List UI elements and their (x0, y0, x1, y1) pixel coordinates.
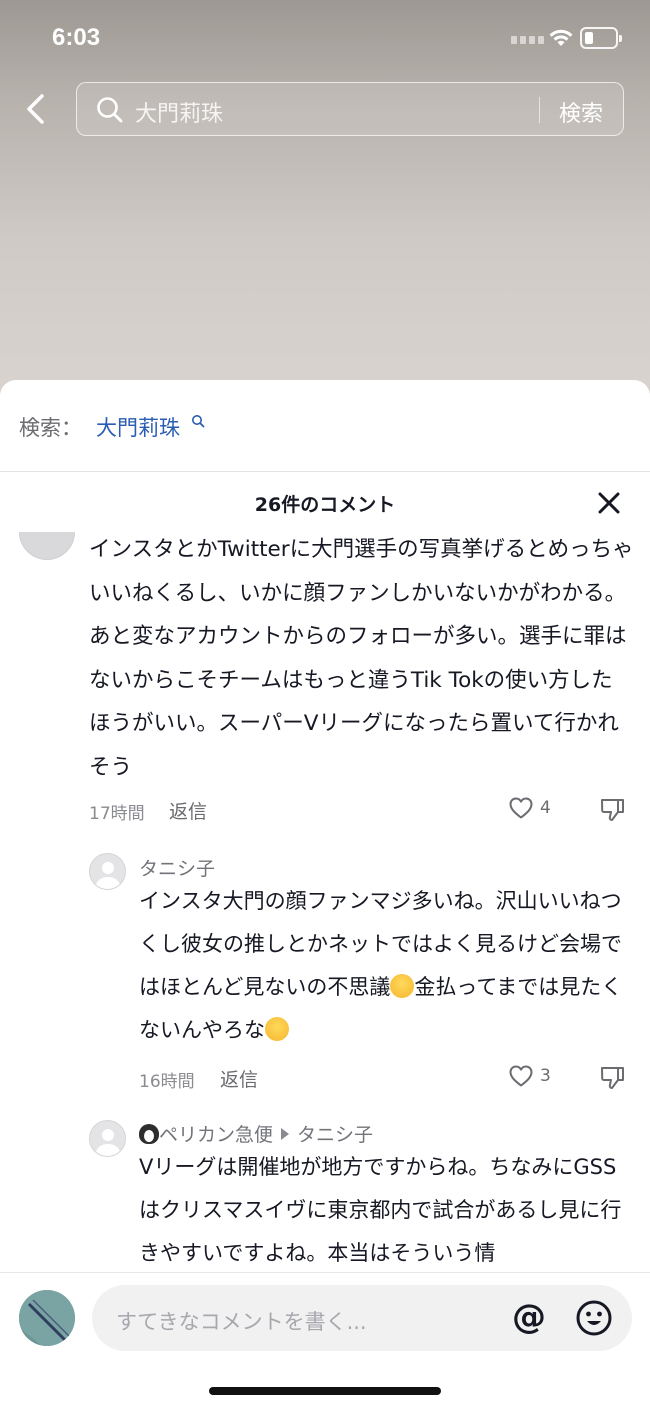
comment-placeholder: すてきなコメントを書く... (116, 1310, 367, 1334)
like-count: 3 (540, 1066, 551, 1086)
mention-button[interactable]: @ (512, 1297, 546, 1337)
suggestion-link[interactable]: 大門莉珠 (96, 412, 180, 442)
signal-icon (511, 36, 544, 44)
reply-button[interactable]: 返信 (169, 797, 207, 824)
home-indicator (209, 1387, 441, 1395)
reply-text: インスタ大門の顔ファンマジ多いね。沢山いいねつくし彼女の推しとかネットではよく見… (139, 880, 634, 1052)
comments-count-title: 26件のコメント (254, 494, 396, 516)
search-suggestion-bar: 検索： 大門莉珠 (0, 380, 650, 472)
user-avatar[interactable] (19, 1290, 75, 1346)
penguin-icon (139, 1124, 159, 1144)
search-input[interactable]: 大門莉珠 検索 (76, 82, 624, 136)
battery-icon (580, 27, 622, 49)
avatar[interactable] (19, 532, 75, 560)
reply-text: Vリーグは開催地が地方ですからね。ちなみにGSSはクリスマスイヴに東京都内で試合… (139, 1155, 622, 1265)
laughing-emoji-icon (390, 974, 415, 998)
heart-icon (509, 797, 533, 819)
like-button[interactable]: 3 (508, 1064, 551, 1088)
search-icon (97, 97, 123, 123)
avatar[interactable] (89, 853, 126, 890)
comments-sheet: 検索： 大門莉珠 26件のコメント インスタとかTwitterに大門選手の写真挙… (0, 380, 650, 1407)
avatar[interactable] (89, 1120, 126, 1157)
search-divider (539, 97, 540, 123)
like-count: 4 (540, 798, 551, 818)
status-time: 6:03 (52, 24, 101, 51)
thumbs-down-icon[interactable] (599, 797, 627, 823)
search-icon (192, 415, 205, 428)
comment-list[interactable]: インスタとかTwitterに大門選手の写真挙げるとめっちゃいいねくるし、いかに顔… (0, 532, 650, 1272)
comment-text: インスタとかTwitterに大門選手の写真挙げるとめっちゃいいねくるし、いかに顔… (89, 537, 634, 780)
comments-header: 26件のコメント (0, 472, 650, 532)
grinning-sweat-emoji-icon (265, 1017, 289, 1041)
search-query: 大門莉珠 (135, 102, 224, 127)
thumbs-down-icon[interactable] (599, 1065, 627, 1091)
like-button[interactable]: 4 (508, 796, 551, 820)
close-icon[interactable] (596, 490, 622, 516)
back-button[interactable] (20, 92, 54, 126)
avatar-image (19, 1290, 75, 1346)
wifi-icon (549, 29, 573, 46)
heart-icon (509, 1065, 533, 1087)
username-line: ペリカン急便 タニシ子 (139, 1120, 373, 1147)
search-submit-button[interactable]: 検索 (559, 96, 603, 128)
emoji-icon[interactable] (575, 1299, 613, 1337)
comment-input-bar: すてきなコメントを書く... @ (0, 1272, 650, 1407)
reply-to-username[interactable]: タニシ子 (297, 1124, 373, 1146)
status-bar: 6:03 (0, 0, 650, 78)
comment-time: 16時間 (139, 1072, 195, 1092)
suggestion-label: 検索： (19, 416, 82, 440)
comment-field[interactable]: すてきなコメントを書く... @ (92, 1285, 632, 1351)
reply-arrow-icon (281, 1128, 290, 1140)
comment-time: 17時間 (89, 804, 145, 824)
username[interactable]: タニシ子 (139, 854, 215, 881)
username[interactable]: ペリカン急便 (159, 1124, 273, 1146)
reply-button[interactable]: 返信 (220, 1065, 258, 1092)
